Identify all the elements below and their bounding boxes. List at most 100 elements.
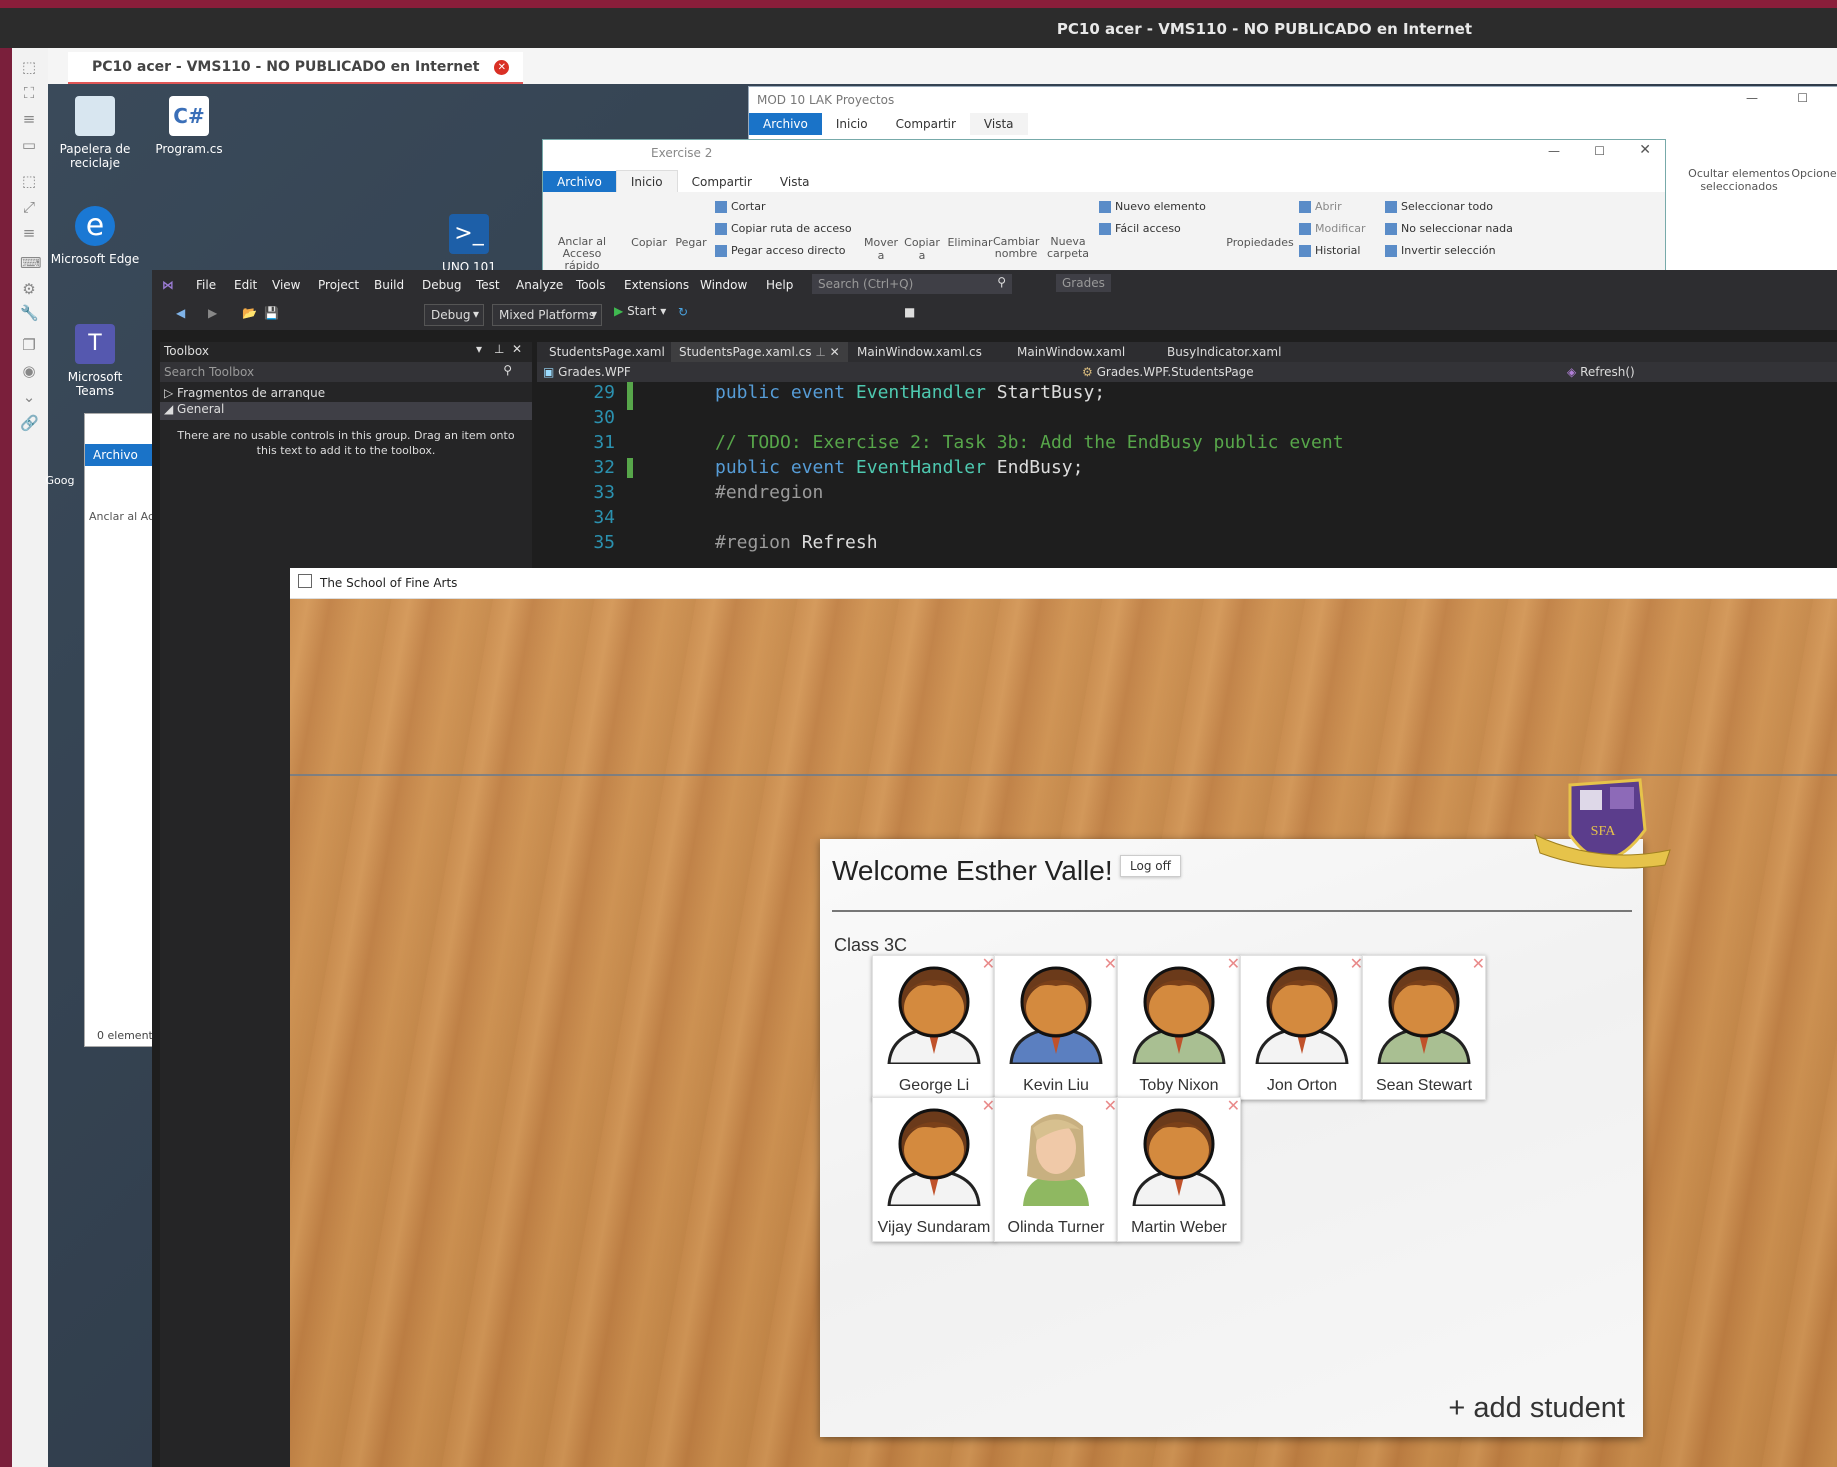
history-button[interactable]: Historial xyxy=(1299,244,1360,257)
resize-icon[interactable]: ⤢ xyxy=(20,198,38,216)
list-icon[interactable]: ≡ xyxy=(20,224,38,242)
chevron-down-icon[interactable]: ⌄ xyxy=(20,388,38,406)
menu-project[interactable]: Project xyxy=(318,278,359,292)
student-card[interactable]: ✕ Toby Nixon xyxy=(1117,955,1241,1100)
menu-analyze[interactable]: Analyze xyxy=(516,278,563,292)
remove-student-icon[interactable]: ✕ xyxy=(1472,956,1485,972)
tab-vista[interactable]: Vista xyxy=(766,171,824,193)
camera-icon[interactable]: ◉ xyxy=(20,362,38,380)
remove-student-icon[interactable]: ✕ xyxy=(982,956,995,972)
remove-student-icon[interactable]: ✕ xyxy=(1227,1098,1240,1114)
window-icon[interactable]: ▭ xyxy=(20,136,38,154)
menu-window[interactable]: Window xyxy=(700,278,747,292)
menu-tools[interactable]: Tools xyxy=(576,278,606,292)
move-to-button[interactable]: Mover a xyxy=(861,236,901,262)
tab-busyindicator-xaml[interactable]: BusyIndicator.xaml xyxy=(1167,345,1281,359)
wrench-icon[interactable]: 🔧 xyxy=(20,304,39,322)
maximize-icon[interactable]: ☐ xyxy=(1594,144,1605,158)
member-dropdown[interactable]: ◈ Refresh() xyxy=(1567,365,1635,379)
new-folder-button[interactable]: Nueva carpeta xyxy=(1045,236,1091,260)
remove-student-icon[interactable]: ✕ xyxy=(1350,956,1363,972)
pin-icon[interactable]: ⊥ xyxy=(815,345,825,359)
desktop-icon-edge[interactable]: e Microsoft Edge xyxy=(50,206,140,266)
properties-button[interactable]: Propiedades xyxy=(1225,236,1295,249)
student-card[interactable]: ✕ Kevin Liu xyxy=(994,955,1118,1100)
pin-quick-access-button[interactable]: Anclar al Acceso rápido xyxy=(547,236,617,272)
forward-nav-icon[interactable]: ▶ xyxy=(208,306,217,320)
menu-extensions[interactable]: Extensions xyxy=(624,278,689,292)
tab-vista[interactable]: Vista xyxy=(969,113,1028,135)
menu-file[interactable]: File xyxy=(196,278,216,292)
desktop-icon-teams[interactable]: T Microsoft Teams xyxy=(50,324,140,398)
dropdown-icon[interactable]: ▾ xyxy=(476,342,482,356)
refresh-icon[interactable]: ↻ xyxy=(678,305,688,319)
remove-student-icon[interactable]: ✕ xyxy=(1104,956,1117,972)
bookmark-icon[interactable]: ■ xyxy=(904,305,915,319)
tab-compartir[interactable]: Compartir xyxy=(882,113,970,135)
fit-screen-icon[interactable]: ⬚ xyxy=(20,172,38,190)
copy-button[interactable]: Copiar xyxy=(629,236,669,249)
menu-icon[interactable]: ≡ xyxy=(20,110,38,128)
easy-access-button[interactable]: Fácil acceso xyxy=(1099,222,1181,235)
student-card[interactable]: ✕ Sean Stewart xyxy=(1362,955,1486,1100)
settings-icon[interactable]: ⚙ xyxy=(20,280,38,298)
minimize-icon[interactable]: — xyxy=(1548,144,1560,158)
maximize-icon[interactable]: ☐ xyxy=(1797,91,1808,105)
save-icon[interactable]: 💾 xyxy=(264,306,279,320)
close-icon[interactable]: ✕ xyxy=(1639,142,1651,158)
student-card[interactable]: ✕ Vijay Sundaram xyxy=(872,1097,996,1242)
platform-dropdown[interactable]: Mixed Platforms ▾ xyxy=(492,304,602,326)
close-icon[interactable]: ✕ xyxy=(830,345,840,359)
options-button[interactable]: Opcione xyxy=(1789,167,1837,180)
menu-view[interactable]: View xyxy=(272,278,300,292)
select-all-button[interactable]: Seleccionar todo xyxy=(1385,200,1493,213)
fullscreen-icon[interactable]: ⛶ xyxy=(20,84,38,102)
minimize-icon[interactable]: — xyxy=(1746,91,1758,105)
toolbox-search[interactable]: Search Toolbox ⚲ xyxy=(160,362,532,382)
tab-archivo[interactable]: Archivo xyxy=(543,171,616,193)
student-card[interactable]: ✕ George Li xyxy=(872,955,996,1100)
pin-icon[interactable]: ⊥ xyxy=(494,342,504,356)
invert-selection-button[interactable]: Invertir selección xyxy=(1385,244,1496,257)
menu-help[interactable]: Help xyxy=(766,278,793,292)
toolbox-group-general[interactable]: ◢ General xyxy=(160,402,532,420)
menu-test[interactable]: Test xyxy=(476,278,500,292)
select-none-button[interactable]: No seleccionar nada xyxy=(1385,222,1513,235)
paste-button[interactable]: Pegar xyxy=(671,236,711,249)
desktop-icon-recycle-bin[interactable]: Papelera de reciclaje xyxy=(50,96,140,170)
student-card[interactable]: ✕ Jon Orton xyxy=(1240,955,1364,1100)
toolbox-group-fragments[interactable]: ▷ Fragmentos de arranque xyxy=(164,386,325,400)
logoff-button[interactable]: Log off xyxy=(1120,855,1181,877)
code-editor[interactable]: 29 public event EventHandler StartBusy; … xyxy=(537,382,1837,562)
keyboard-icon[interactable]: ⌨ xyxy=(20,254,42,272)
desktop-icon-google[interactable]: Goog xyxy=(30,474,90,488)
config-dropdown[interactable]: Debug ▾ xyxy=(424,304,484,326)
tab-compartir[interactable]: Compartir xyxy=(678,171,766,193)
pin-quick-access-button[interactable]: Anclar al Acceso rápi xyxy=(89,510,153,523)
paste-shortcut-button[interactable]: Pegar acceso directo xyxy=(715,244,846,257)
copy-icon[interactable]: ❐ xyxy=(20,336,38,354)
desktop-icon-uno[interactable]: >_ UNO 101 xyxy=(424,214,514,274)
copy-path-button[interactable]: Copiar ruta de acceso xyxy=(715,222,852,235)
back-nav-icon[interactable]: ◀ xyxy=(176,306,185,320)
menu-edit[interactable]: Edit xyxy=(234,278,257,292)
remote-session-tab[interactable]: PC10 acer - VMS110 - NO PUBLICADO en Int… xyxy=(68,52,524,85)
tab-inicio[interactable]: Inicio xyxy=(822,113,882,135)
menu-build[interactable]: Build xyxy=(374,278,404,292)
close-icon[interactable]: ✕ xyxy=(494,59,510,75)
menu-debug[interactable]: Debug xyxy=(422,278,461,292)
cut-button[interactable]: Cortar xyxy=(715,200,766,213)
class-dropdown[interactable]: ⚙ Grades.WPF.StudentsPage xyxy=(1082,365,1572,379)
add-student-button[interactable]: + add student xyxy=(1448,1392,1625,1425)
edit-button[interactable]: Modificar xyxy=(1299,222,1366,235)
remove-student-icon[interactable]: ✕ xyxy=(1104,1098,1117,1114)
start-button[interactable]: ▶ Start ▾ xyxy=(614,304,666,324)
remove-student-icon[interactable]: ✕ xyxy=(982,1098,995,1114)
tab-studentspage-xaml[interactable]: StudentsPage.xaml xyxy=(549,345,665,359)
tab-studentspage-xaml-cs[interactable]: StudentsPage.xaml.cs ⊥ ✕ xyxy=(671,342,848,362)
link-icon[interactable]: 🔗 xyxy=(20,414,39,432)
hide-selected-button[interactable]: Ocultar elementos seleccionados xyxy=(1684,167,1794,193)
copy-to-button[interactable]: Copiar a xyxy=(901,236,943,262)
remove-student-icon[interactable]: ✕ xyxy=(1227,956,1240,972)
tab-mainwindow-xaml[interactable]: MainWindow.xaml xyxy=(1017,345,1125,359)
